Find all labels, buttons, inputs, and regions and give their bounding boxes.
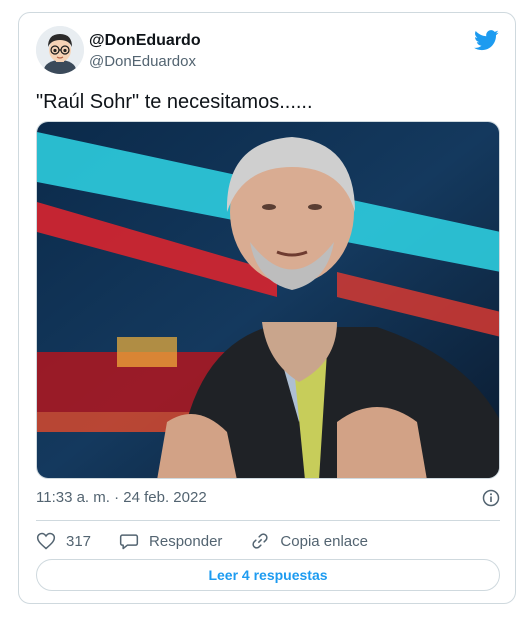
like-button[interactable]: 317	[36, 531, 91, 551]
info-icon[interactable]	[482, 489, 500, 507]
tweet-timestamp[interactable]: 11:33 a. m. · 24 feb. 2022	[36, 487, 500, 509]
user-handle[interactable]: @DonEduardox	[89, 52, 196, 71]
link-icon	[252, 533, 269, 549]
tweet-image[interactable]	[36, 121, 500, 479]
action-bar: 317 Responder Copia enlace	[36, 528, 396, 554]
read-replies-button[interactable]: Leer 4 respuestas	[36, 559, 500, 591]
twitter-bird-icon[interactable]	[474, 30, 499, 51]
divider	[36, 520, 500, 521]
tweet-text: "Raúl Sohr" te necesitamos......	[36, 91, 313, 113]
copy-link-label: Copia enlace	[280, 532, 368, 550]
tweet-card: @DonEduardo @DonEduardox "Raúl Sohr" te …	[18, 12, 516, 604]
copy-link-button[interactable]: Copia enlace	[250, 531, 368, 551]
speech-bubble-icon	[119, 534, 139, 550]
display-name[interactable]: @DonEduardo	[89, 31, 201, 51]
reply-label: Responder	[149, 532, 223, 550]
heart-icon	[36, 532, 56, 550]
reply-button[interactable]: Responder	[119, 531, 222, 551]
avatar[interactable]	[36, 26, 84, 74]
like-count: 317	[66, 532, 92, 550]
